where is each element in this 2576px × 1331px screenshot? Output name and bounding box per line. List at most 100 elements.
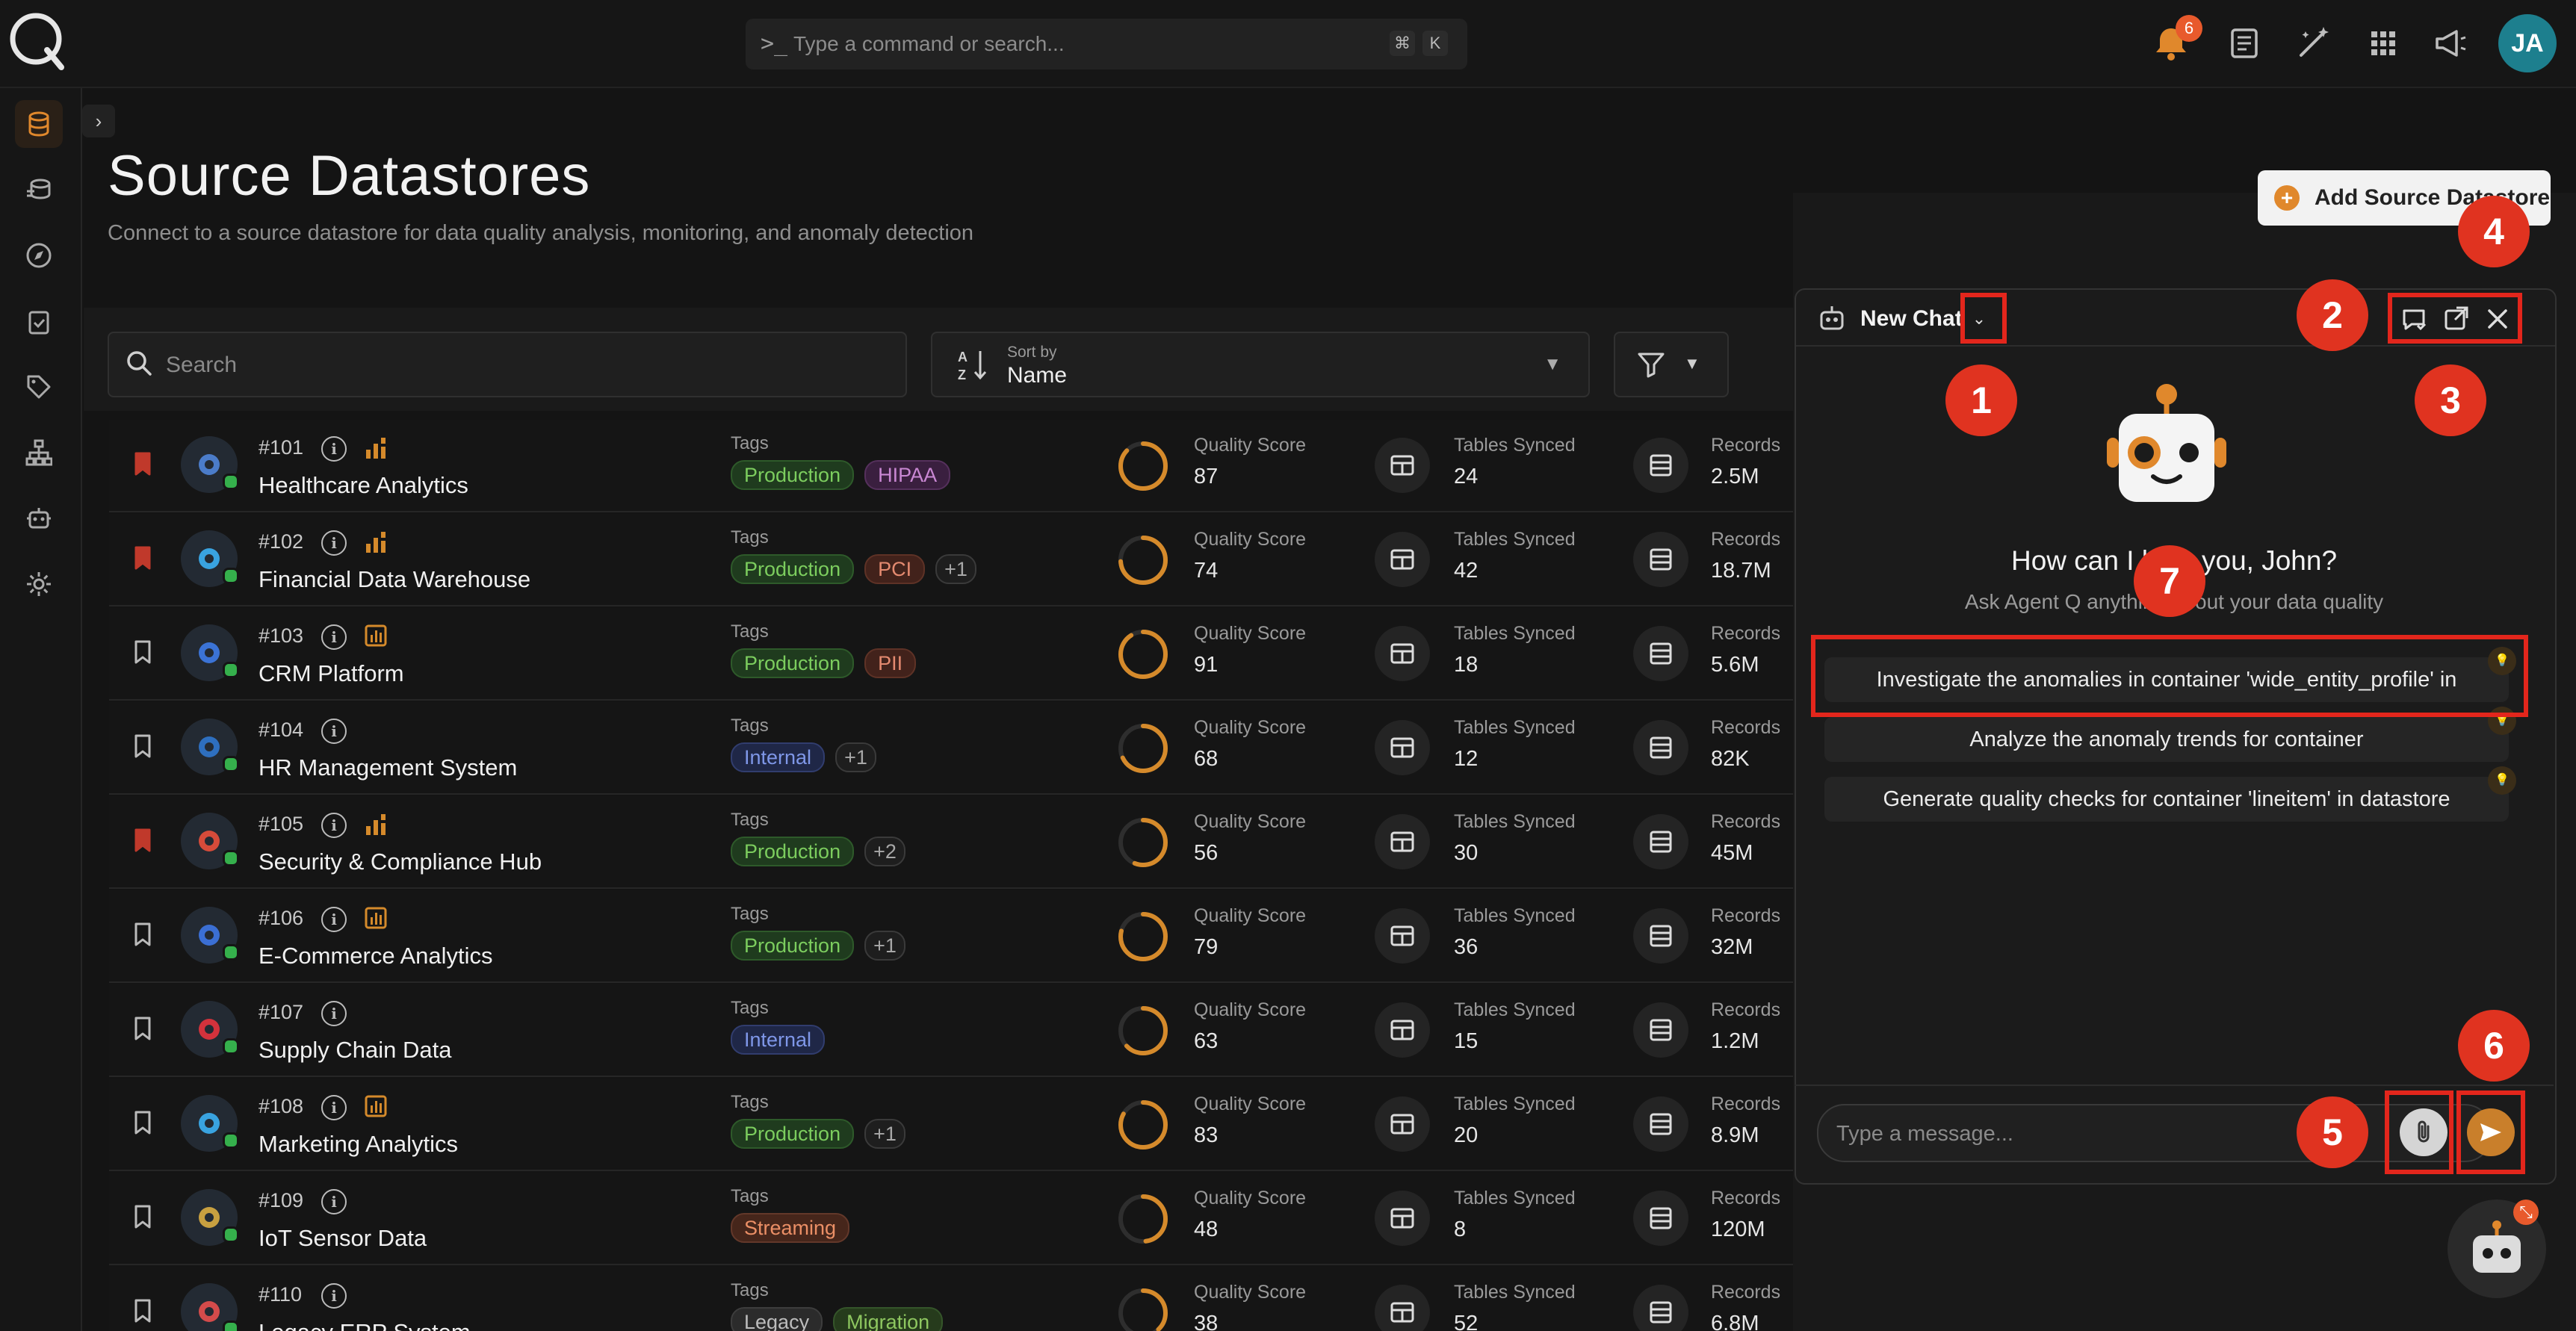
datastore-name[interactable]: Security & Compliance Hub (258, 848, 542, 875)
suggestion-3[interactable]: Generate quality checks for container 'l… (1824, 777, 2509, 822)
callout-3: 3 (2415, 364, 2486, 436)
records-icon (1650, 736, 1672, 759)
datastore-id: #109 (258, 1189, 304, 1211)
svg-text:A: A (958, 350, 967, 364)
status-dot (223, 568, 239, 584)
logo-icon[interactable] (6, 9, 69, 72)
datastore-name[interactable]: Financial Data Warehouse (258, 566, 530, 593)
tag-badge[interactable]: HIPAA (864, 460, 951, 490)
info-icon[interactable]: i (321, 1189, 347, 1214)
filter-icon (1638, 353, 1665, 378)
info-icon[interactable]: i (321, 719, 347, 744)
command-search[interactable]: >_ Type a command or search... ⌘ K (746, 19, 1467, 69)
datastore-name[interactable]: Marketing Analytics (258, 1131, 458, 1158)
quality-score-value: 74 (1194, 559, 1219, 583)
tables-synced-value: 15 (1454, 1029, 1479, 1053)
tag-badge[interactable]: Legacy (731, 1307, 823, 1331)
quality-score-ring (1118, 441, 1168, 491)
more-tags-badge[interactable]: +1 (935, 554, 976, 584)
info-icon[interactable]: i (321, 907, 347, 932)
records-icon-wrap (1633, 720, 1688, 775)
bookmark-icon[interactable] (133, 545, 152, 571)
search-input[interactable]: Search (108, 332, 907, 397)
datastore-name[interactable]: Supply Chain Data (258, 1037, 452, 1064)
table-icon (1390, 1302, 1414, 1323)
apps-grid-icon[interactable] (2361, 21, 2406, 66)
tag-badge[interactable]: Production (731, 931, 855, 961)
bookmark-icon[interactable] (133, 1204, 152, 1229)
sidebar-item-enrichment[interactable] (15, 166, 63, 214)
quality-score-value: 79 (1194, 935, 1219, 959)
bookmark-icon[interactable] (133, 1110, 152, 1135)
info-icon[interactable]: i (321, 1283, 347, 1309)
bookmark-icon[interactable] (133, 639, 152, 665)
tag-badge[interactable]: Internal (731, 742, 826, 772)
tables-synced-value: 24 (1454, 465, 1479, 488)
bookmark-icon[interactable] (133, 1016, 152, 1041)
tag-list: Production +2 (731, 837, 916, 866)
info-icon[interactable]: i (321, 1095, 347, 1120)
tables-synced-value: 18 (1454, 653, 1479, 677)
tag-badge[interactable]: PII (864, 648, 917, 678)
tag-list: Production +1 (731, 931, 916, 961)
more-tags-badge[interactable]: +1 (835, 742, 876, 772)
datastore-name[interactable]: IoT Sensor Data (258, 1225, 427, 1252)
filter-button[interactable]: ▼ (1614, 332, 1729, 397)
info-icon[interactable]: i (321, 813, 347, 838)
sidebar-item-explore[interactable] (15, 232, 63, 279)
status-dot (223, 756, 239, 772)
page-title: Source Datastores (108, 144, 591, 208)
agent-robot-illustration (2107, 384, 2226, 502)
bookmark-icon[interactable] (133, 922, 152, 947)
tag-badge[interactable]: Production (731, 837, 855, 866)
sidebar-item-flows[interactable] (15, 429, 63, 477)
tag-badge[interactable]: Production (731, 1119, 855, 1149)
datastore-name[interactable]: E-Commerce Analytics (258, 943, 493, 969)
megaphone-icon[interactable] (2428, 21, 2473, 66)
sort-select[interactable]: AZ Sort by Name ▼ (931, 332, 1590, 397)
info-icon[interactable]: i (321, 436, 347, 462)
more-tags-badge[interactable]: +2 (864, 837, 905, 866)
info-icon[interactable]: i (321, 530, 347, 556)
records-icon-wrap (1633, 1002, 1688, 1058)
records-caption: Records (1711, 905, 1781, 926)
suggestion-2[interactable]: Analyze the anomaly trends for container (1824, 717, 2509, 762)
datastore-name[interactable]: Healthcare Analytics (258, 472, 468, 499)
bookmark-icon[interactable] (133, 1298, 152, 1324)
sidebar-item-tags[interactable] (15, 363, 63, 411)
tag-badge[interactable]: Internal (731, 1025, 826, 1055)
tag-badge[interactable]: Production (731, 460, 855, 490)
bookmark-icon[interactable] (133, 733, 152, 759)
datastore-name[interactable]: HR Management System (258, 754, 517, 781)
expand-sidebar-button[interactable]: › (82, 105, 115, 137)
tag-badge[interactable]: Migration (833, 1307, 944, 1331)
hierarchy-icon (366, 814, 386, 835)
records-icon (1650, 1301, 1672, 1324)
notification-count-badge: 6 (2176, 15, 2202, 42)
datastore-id: #105 (258, 813, 304, 835)
datastore-name[interactable]: CRM Platform (258, 660, 404, 687)
sidebar-item-checks[interactable] (15, 297, 63, 345)
tag-badge[interactable]: Production (731, 554, 855, 584)
more-tags-badge[interactable]: +1 (864, 1119, 905, 1149)
bookmark-icon[interactable] (133, 828, 152, 853)
shortcut-k-key: K (1422, 31, 1448, 56)
tag-badge[interactable]: PCI (864, 554, 926, 584)
datastore-name[interactable]: Legacy ERP System (258, 1319, 471, 1331)
tag-badge[interactable]: Streaming (731, 1213, 850, 1243)
bookmark-icon[interactable] (133, 451, 152, 477)
info-icon[interactable]: i (321, 624, 347, 650)
more-tags-badge[interactable]: +1 (864, 931, 905, 961)
user-avatar[interactable]: JA (2498, 14, 2557, 72)
records-icon (1650, 548, 1672, 571)
magic-wand-icon[interactable] (2291, 21, 2335, 66)
collapse-arrows-icon[interactable]: ⤡ (2513, 1200, 2539, 1225)
sidebar-item-datastores[interactable] (15, 100, 63, 148)
datastore-logo (181, 624, 239, 681)
tag-badge[interactable]: Production (731, 648, 855, 678)
quality-score-caption: Quality Score (1194, 999, 1307, 1020)
document-icon[interactable] (2222, 21, 2267, 66)
info-icon[interactable]: i (321, 1001, 347, 1026)
sidebar-item-settings[interactable] (15, 560, 63, 608)
sidebar-item-agent[interactable] (15, 494, 63, 542)
